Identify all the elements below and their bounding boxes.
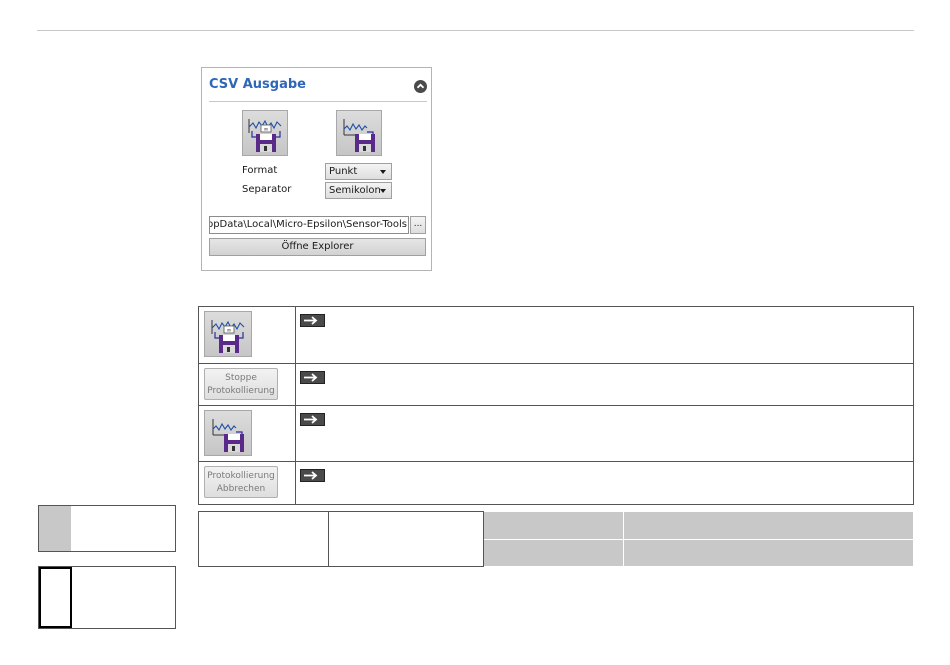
svg-text:∞: ∞	[227, 327, 232, 334]
format-label: Format	[242, 165, 278, 176]
warning-marker	[39, 567, 72, 628]
chevron-up-icon[interactable]	[414, 80, 427, 93]
arrow-right-icon	[300, 411, 325, 426]
table-cell	[295, 306, 914, 364]
table-cell	[295, 461, 914, 505]
table-cell: Protokollierung Abbrechen	[198, 461, 296, 505]
table-cell: ∞	[198, 306, 296, 364]
table-cell	[295, 405, 914, 462]
csv-output-panel: CSV Ausgabe ∞ Format Punkt Separator Sem…	[201, 67, 432, 271]
cancel-logging-button: Protokollierung Abbrechen	[204, 466, 278, 498]
start-logging-button[interactable]: ∞	[242, 110, 288, 156]
stop-logging-button: Stoppe Protokollierung	[204, 368, 278, 400]
table-cell	[328, 511, 484, 567]
panel-divider	[209, 101, 427, 102]
output-path-field[interactable]: C:\Users\AppData\Local\Micro-Epsilon\Sen…	[209, 216, 409, 234]
arrow-right-icon	[300, 312, 325, 327]
table-cell	[483, 511, 624, 540]
save-snapshot-icon	[343, 119, 375, 152]
svg-text:∞: ∞	[264, 126, 269, 133]
table-cell	[623, 511, 914, 540]
start-logging-button: ∞	[204, 311, 252, 357]
table-row: Stoppe Protokollierung	[198, 363, 914, 406]
start-logging-icon: ∞	[248, 119, 282, 152]
note-box	[38, 505, 176, 552]
separator-label: Separator	[242, 184, 292, 195]
panel-title: CSV Ausgabe	[209, 77, 306, 92]
table-cell	[198, 511, 329, 567]
separator-select[interactable]: Semikolon	[325, 182, 392, 199]
table-row	[198, 511, 914, 567]
table-cell: Stoppe Protokollierung	[198, 363, 296, 406]
arrow-right-icon	[300, 467, 325, 482]
format-select-value: Punkt	[329, 166, 358, 177]
note-marker	[39, 506, 71, 551]
output-path-value: C:\Users\AppData\Local\Micro-Epsilon\Sen…	[210, 219, 407, 230]
bottom-table	[198, 511, 914, 567]
table-row: Protokollierung Abbrechen	[198, 461, 914, 505]
save-snapshot-button	[204, 410, 252, 456]
chevron-down-icon	[380, 170, 386, 174]
start-logging-icon: ∞	[211, 320, 245, 353]
chevron-down-icon	[380, 189, 386, 193]
open-explorer-button[interactable]: Öffne Explorer	[209, 238, 426, 256]
save-snapshot-icon	[212, 419, 244, 452]
table-cell	[623, 538, 914, 567]
format-select[interactable]: Punkt	[325, 163, 392, 180]
table-row	[198, 405, 914, 462]
separator-select-value: Semikolon	[329, 185, 381, 196]
table-cell	[295, 363, 914, 406]
table-row: ∞	[198, 306, 914, 364]
button-description-table: ∞ Stoppe Protokollierung Protokollierung…	[198, 306, 914, 505]
table-cell	[483, 538, 624, 567]
save-snapshot-button[interactable]	[336, 110, 382, 156]
header-rule	[37, 30, 914, 31]
table-cell	[198, 405, 296, 462]
warning-box	[38, 566, 176, 629]
browse-button[interactable]: ...	[410, 216, 426, 234]
arrow-right-icon	[300, 369, 325, 384]
